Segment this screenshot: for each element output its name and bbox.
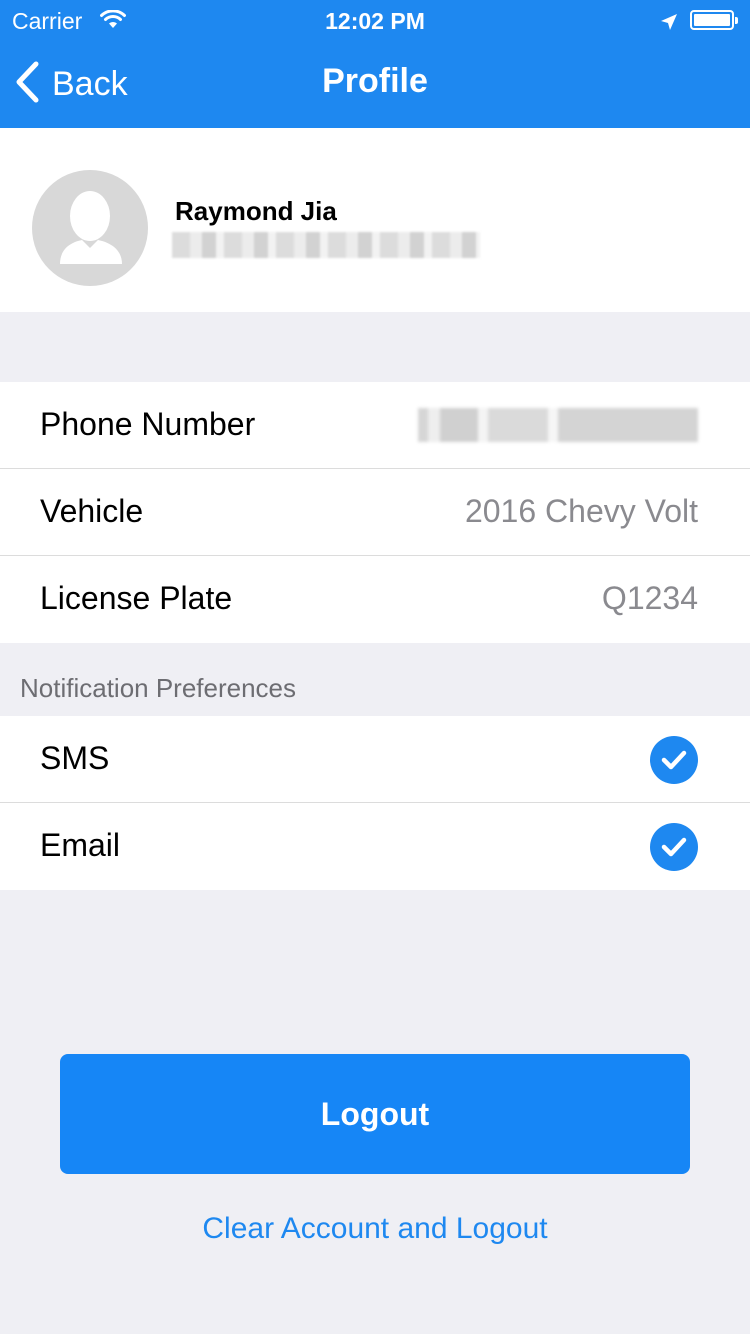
license-plate-label: License Plate	[40, 580, 233, 616]
vehicle-row[interactable]: Vehicle 2016 Chevy Volt	[0, 469, 750, 556]
checkmark-icon[interactable]	[650, 823, 698, 871]
vehicle-value: 2016 Chevy Volt	[464, 493, 698, 529]
user-silhouette-icon	[60, 191, 122, 264]
profile-email	[172, 232, 480, 258]
battery-icon	[690, 10, 738, 30]
navigation-bar: Back Profile	[0, 40, 750, 128]
location-arrow-icon	[660, 10, 678, 37]
sms-row[interactable]: SMS	[0, 716, 750, 803]
details-list: Phone Number Vehicle 2016 Chevy Volt Lic…	[0, 382, 750, 643]
license-plate-row[interactable]: License Plate Q1234	[0, 556, 750, 643]
license-plate-value: Q1234	[601, 580, 698, 616]
clock: 12:02 PM	[325, 8, 425, 34]
profile-card: Raymond Jia	[0, 128, 750, 312]
page-title: Profile	[322, 62, 428, 100]
status-bar: Carrier 12:02 PM	[0, 0, 750, 40]
sms-label: SMS	[40, 740, 110, 776]
checkmark-icon[interactable]	[650, 736, 698, 784]
clear-account-logout-link[interactable]: Clear Account and Logout	[0, 1212, 750, 1246]
top-bar: Carrier 12:02 PM Back Profile	[0, 0, 750, 128]
phone-number-value	[418, 408, 698, 442]
email-row[interactable]: Email	[0, 803, 750, 890]
notification-preferences-header: Notification Preferences	[20, 673, 297, 703]
phone-number-label: Phone Number	[40, 406, 256, 442]
notification-list: SMS Email	[0, 716, 750, 890]
profile-name: Raymond Jia	[175, 196, 337, 226]
logout-button[interactable]: Logout	[60, 1054, 690, 1174]
phone-number-row[interactable]: Phone Number	[0, 382, 750, 469]
email-label: Email	[40, 827, 121, 863]
vehicle-label: Vehicle	[40, 493, 144, 529]
avatar	[32, 170, 148, 286]
